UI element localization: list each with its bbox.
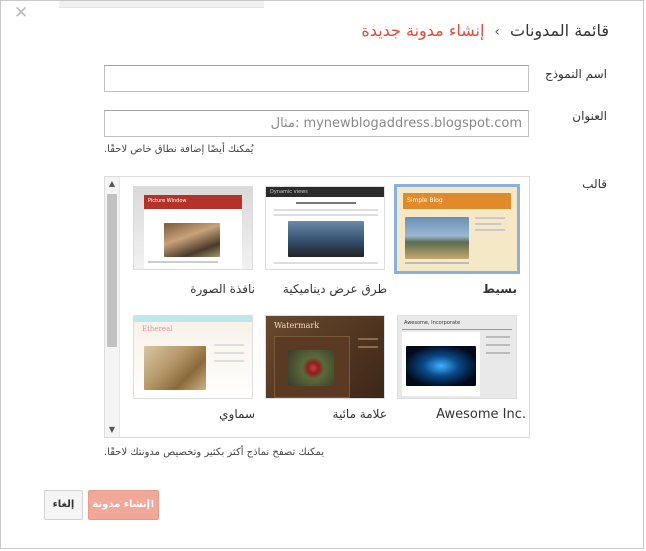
template-label: قالب bbox=[582, 177, 607, 191]
template-name-awesome-inc[interactable]: Awesome Inc. bbox=[436, 407, 526, 422]
cancel-button[interactable]: إلغاء bbox=[44, 490, 83, 520]
address-input[interactable] bbox=[104, 110, 529, 137]
template-gallery: ▲ ▼ Simple Blog Dynamic views Picture Wi… bbox=[104, 176, 530, 438]
breadcrumb-current: إنشاء مدونة جديدة bbox=[361, 21, 485, 40]
template-thumb-watermark[interactable]: Watermark bbox=[265, 315, 385, 399]
template-thumb-picture-window[interactable]: Picture Window bbox=[133, 186, 253, 270]
top-strip bbox=[59, 1, 264, 8]
template-name-picture-window[interactable]: نافذة الصورة bbox=[115, 282, 255, 296]
template-preview-title: Dynamic views bbox=[270, 189, 308, 195]
template-thumb-awesome-inc[interactable]: Awesome, Incorporate bbox=[397, 315, 517, 399]
template-preview-title: Awesome, Incorporate bbox=[404, 320, 461, 326]
title-input[interactable] bbox=[104, 65, 529, 92]
template-preview-title: Picture Window bbox=[148, 198, 187, 204]
template-hint: يمكنك تصفح نماذج أكثر بكثير وتخصيص مدونت… bbox=[104, 447, 325, 458]
breadcrumb-parent[interactable]: قائمة المدونات bbox=[510, 21, 609, 40]
breadcrumb: قائمة المدونات › إنشاء مدونة جديدة bbox=[361, 21, 609, 40]
template-preview-title: Watermark bbox=[274, 321, 320, 330]
address-label: العنوان bbox=[572, 109, 607, 123]
template-preview-title: Ethereal bbox=[142, 325, 173, 333]
template-name-dynamic-views[interactable]: طرق عرض ديناميكية bbox=[247, 282, 387, 296]
title-label: اسم النموذج bbox=[544, 67, 607, 81]
scroll-down-icon[interactable]: ▼ bbox=[105, 423, 119, 437]
template-thumb-simple[interactable]: Simple Blog bbox=[394, 184, 520, 274]
breadcrumb-separator-icon: › bbox=[494, 24, 501, 40]
close-icon[interactable]: ✕ bbox=[14, 4, 28, 22]
address-hint: يُمكنك أيضًا إضافة نطاق خاص لاحقًا. bbox=[104, 144, 254, 155]
template-scrollbar[interactable]: ▲ ▼ bbox=[105, 177, 120, 437]
template-thumb-dynamic-views[interactable]: Dynamic views bbox=[265, 186, 385, 270]
scroll-thumb[interactable] bbox=[107, 194, 117, 347]
create-blog-button[interactable]: إنشاء مدونة! bbox=[88, 490, 159, 520]
create-blog-dialog: ✕ قائمة المدونات › إنشاء مدونة جديدة اسم ا… bbox=[0, 0, 644, 549]
template-thumb-ethereal[interactable]: Ethereal bbox=[133, 315, 253, 399]
template-preview-title: Simple Blog bbox=[407, 197, 443, 204]
template-name-simple[interactable]: بسيط bbox=[377, 282, 517, 296]
scroll-up-icon[interactable]: ▲ bbox=[105, 177, 119, 191]
template-name-ethereal[interactable]: سماوي bbox=[115, 407, 255, 421]
template-name-watermark[interactable]: علامة مائية bbox=[247, 407, 387, 421]
